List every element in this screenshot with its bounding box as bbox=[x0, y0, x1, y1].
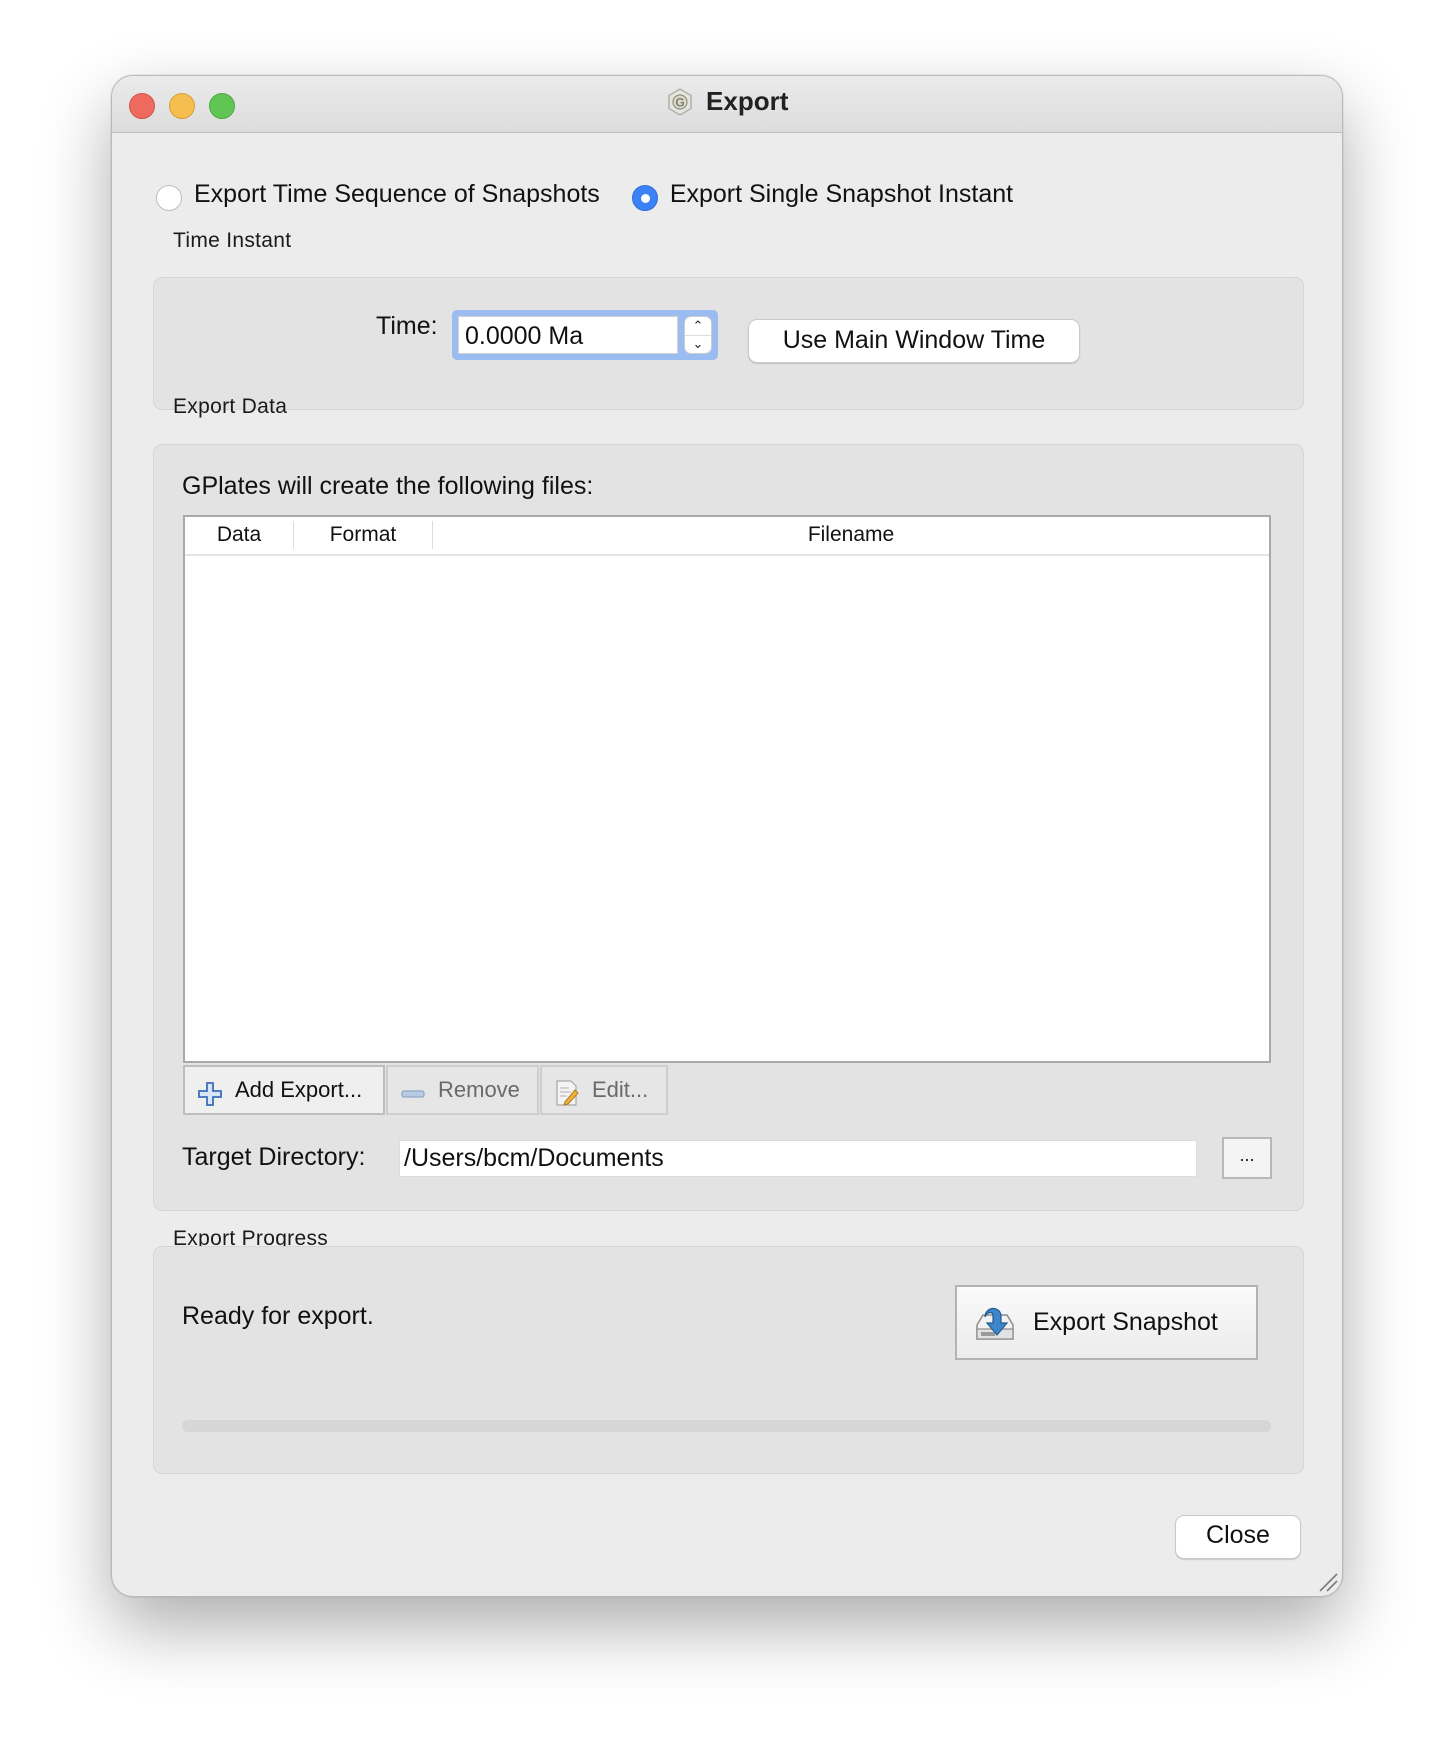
export-files-table[interactable]: Data Format Filename bbox=[183, 515, 1271, 1063]
browse-directory-button[interactable]: ... bbox=[1222, 1137, 1272, 1179]
column-header-format[interactable]: Format bbox=[294, 517, 432, 554]
use-main-window-time-button[interactable]: Use Main Window Time bbox=[748, 319, 1080, 363]
time-spin-buttons[interactable]: ⌃ ⌄ bbox=[684, 316, 712, 354]
column-header-filename[interactable]: Filename bbox=[433, 517, 1269, 554]
time-instant-group bbox=[153, 277, 1304, 410]
table-header: Data Format Filename bbox=[185, 517, 1269, 556]
add-export-button[interactable]: Add Export... bbox=[183, 1065, 385, 1115]
window-title: Export bbox=[706, 86, 789, 116]
export-data-group-label: Export Data bbox=[173, 395, 288, 418]
radio-button-unchecked[interactable] bbox=[156, 184, 182, 211]
plus-icon bbox=[197, 1077, 223, 1106]
column-header-data[interactable]: Data bbox=[185, 517, 293, 554]
window-title-wrap: G Export bbox=[112, 86, 1342, 122]
radio-label: Export Single Snapshot Instant bbox=[669, 180, 1014, 208]
remove-button[interactable]: Remove bbox=[386, 1065, 539, 1115]
svg-text:G: G bbox=[675, 95, 684, 109]
edit-label: Edit... bbox=[592, 1077, 649, 1102]
title-bar[interactable]: G Export bbox=[112, 76, 1342, 133]
radio-export-time-sequence[interactable]: Export Time Sequence of Snapshots bbox=[156, 180, 600, 211]
export-mode-radio-group: Export Time Sequence of Snapshots Export… bbox=[156, 180, 1045, 211]
export-snapshot-label: Export Snapshot bbox=[1033, 1308, 1218, 1336]
export-progress-group bbox=[153, 1246, 1304, 1474]
close-button[interactable]: Close bbox=[1175, 1515, 1301, 1559]
target-directory-label: Target Directory: bbox=[182, 1143, 366, 1171]
chevron-up-icon[interactable]: ⌃ bbox=[685, 317, 711, 336]
time-instant-group-label: Time Instant bbox=[173, 229, 292, 252]
export-drive-icon bbox=[973, 1301, 1017, 1345]
time-input[interactable]: 0.0000 Ma bbox=[458, 316, 678, 354]
files-intro-text: GPlates will create the following files: bbox=[182, 472, 594, 500]
export-status-text: Ready for export. bbox=[182, 1302, 374, 1330]
table-body-empty bbox=[185, 556, 1269, 1061]
radio-export-single-snapshot[interactable]: Export Single Snapshot Instant bbox=[631, 180, 1014, 211]
radio-label: Export Time Sequence of Snapshots bbox=[194, 180, 600, 208]
target-directory-input[interactable]: /Users/bcm/Documents bbox=[399, 1140, 1197, 1177]
resize-grip-icon[interactable] bbox=[1316, 1570, 1338, 1592]
remove-label: Remove bbox=[438, 1077, 520, 1102]
gplates-app-icon: G bbox=[666, 87, 694, 116]
export-snapshot-button[interactable]: Export Snapshot bbox=[955, 1285, 1258, 1360]
export-progress-bar bbox=[182, 1420, 1271, 1432]
radio-button-checked[interactable] bbox=[631, 184, 658, 211]
edit-document-icon bbox=[554, 1077, 580, 1106]
export-dialog: G Export Export Time Sequence of Snapsho… bbox=[111, 75, 1343, 1597]
add-export-label: Add Export... bbox=[235, 1077, 363, 1102]
time-spinbox[interactable]: 0.0000 Ma ⌃ ⌄ bbox=[452, 310, 718, 360]
time-label: Time: bbox=[376, 312, 438, 340]
minus-icon bbox=[400, 1077, 426, 1103]
edit-button[interactable]: Edit... bbox=[540, 1065, 668, 1115]
chevron-down-icon[interactable]: ⌄ bbox=[685, 335, 711, 353]
